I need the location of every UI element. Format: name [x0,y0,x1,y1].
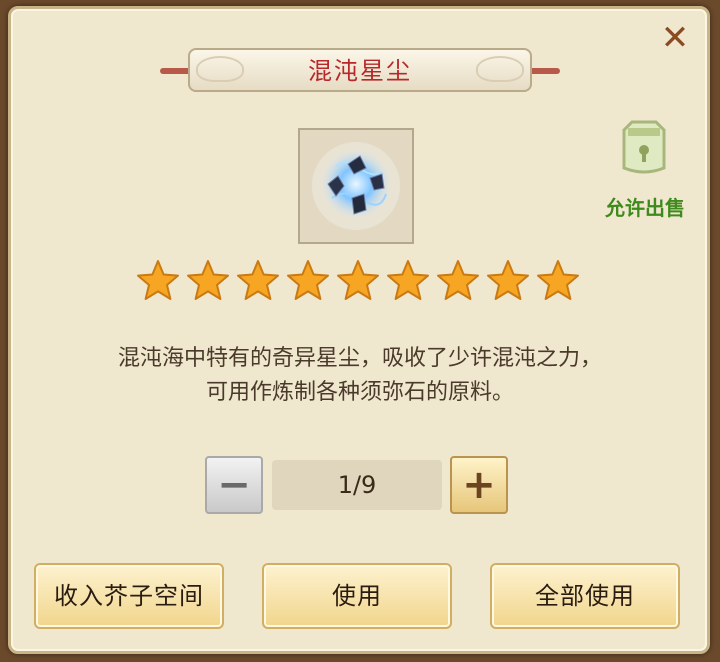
plus-icon[interactable]: + [450,456,508,514]
use-all-button[interactable]: 全部使用 [490,563,680,629]
star-icon [137,260,179,300]
star-icon [387,260,429,300]
star-icon [437,260,479,300]
title-banner: 混沌星尘 [160,46,560,96]
item-icon-frame [298,128,414,244]
star-icon [237,260,279,300]
star-icon [187,260,229,300]
quantity-field[interactable]: 1/9 [272,460,442,510]
use-button[interactable]: 使用 [262,563,452,629]
item-dialog [8,6,710,654]
description-line: 可用作炼制各种须弥石的原料。 [205,380,514,405]
star-rating [135,258,585,308]
star-icon [337,260,379,300]
description-line: 混沌海中特有的奇异星尘，吸收了少许混沌之力， [117,346,602,371]
item-description: 混沌海中特有的奇异星尘，吸收了少许混沌之力， 可用作炼制各种须弥石的原料。 [20,342,700,410]
star-icon [537,260,579,300]
star-icon [287,260,329,300]
star-icon [487,260,529,300]
star-dust-crystal-icon [312,142,400,230]
lock-bag-icon[interactable] [612,114,676,178]
minus-icon[interactable]: − [205,456,263,514]
sell-allowed-label: 允许出售 [605,196,685,220]
store-button[interactable]: 收入芥子空间 [34,563,224,629]
close-icon[interactable]: ✕ [655,18,695,58]
dialog-title: 混沌星尘 [308,57,412,85]
